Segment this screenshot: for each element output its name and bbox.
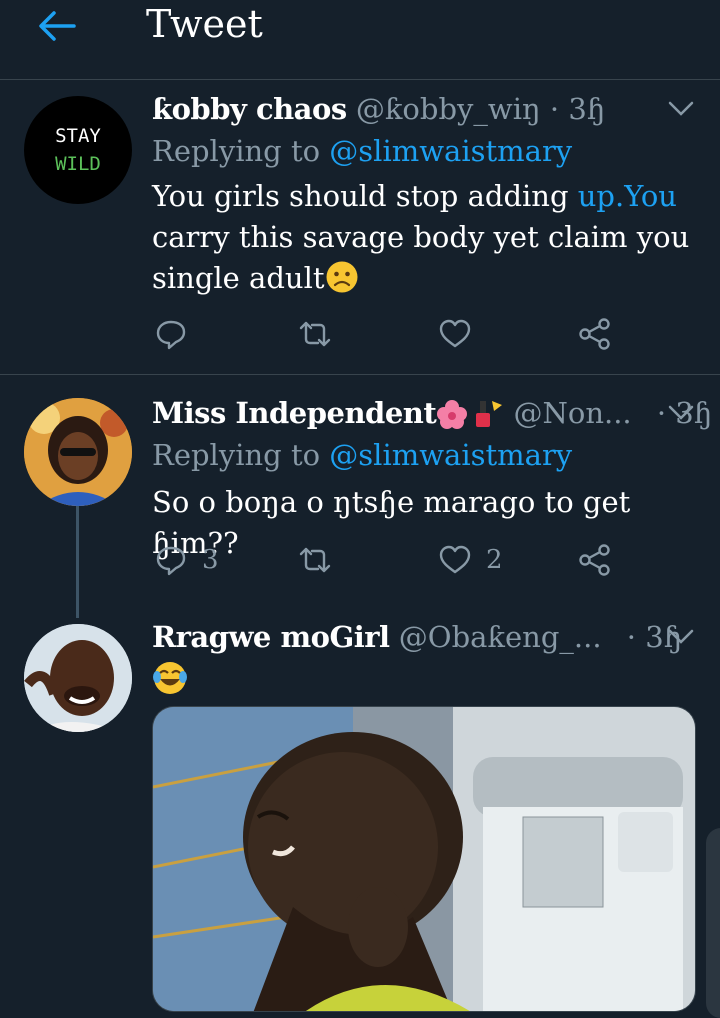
share-icon	[579, 318, 610, 350]
top-bar: Tweet	[0, 0, 720, 80]
share-button[interactable]	[578, 540, 612, 580]
tweet-header: ƙobby chaos @ƙobby_wiŋ · 3ɧ	[152, 92, 605, 126]
tweet-actions	[152, 314, 632, 354]
tweet-header: Rragwe moGirl @Obaƙeng_... · 3ɧ	[152, 620, 682, 654]
replying-label: Replying to	[152, 438, 321, 472]
retweet-icon	[299, 321, 331, 347]
tweet-actions: 3 2	[152, 540, 632, 580]
avatar-text-wild: WILD	[55, 153, 101, 175]
face-with-tears-of-joy-emoji	[153, 662, 187, 694]
divider	[0, 374, 720, 375]
retweet-icon	[299, 547, 331, 573]
avatar[interactable]	[24, 398, 132, 506]
mention-link[interactable]: @slimwaistmary	[329, 134, 572, 168]
page-title: Tweet	[146, 2, 263, 46]
tweet-text-part1: You girls should stop adding	[152, 179, 578, 213]
replying-to: Replying to @slimwaistmary	[152, 134, 572, 168]
share-icon	[579, 544, 610, 576]
arrow-left-icon[interactable]	[36, 8, 76, 44]
heart-icon	[439, 319, 471, 348]
chevron-down-icon[interactable]	[668, 628, 694, 646]
handle[interactable]: @Non...	[513, 396, 631, 430]
flower-and-nail-polish-emoji	[437, 400, 503, 429]
heart-icon	[439, 545, 471, 574]
avatar[interactable]	[24, 624, 132, 732]
avatar[interactable]: STAY WILD	[24, 96, 132, 204]
scroll-indicator[interactable]	[706, 828, 720, 1018]
display-name[interactable]: Miss Independent	[152, 396, 437, 430]
reply-button[interactable]	[154, 314, 202, 354]
like-button[interactable]: 2	[438, 540, 503, 580]
worried-face-emoji	[326, 261, 358, 293]
avatar-text-stay: STAY	[55, 125, 101, 147]
replying-to: Replying to @slimwaistmary	[152, 438, 572, 472]
chevron-down-icon[interactable]	[668, 404, 694, 422]
tweet-header: Miss Independent @Non... · 3ɧ	[152, 396, 712, 430]
chevron-down-icon[interactable]	[668, 100, 694, 118]
reply-count: 3	[202, 545, 219, 575]
timestamp[interactable]: · 3ɧ	[550, 92, 606, 126]
retweet-button[interactable]	[298, 540, 332, 580]
like-button[interactable]	[438, 314, 486, 354]
tweet-text-part2: carry this savage body yet claim you sin…	[152, 220, 690, 295]
tweet-media-image[interactable]	[152, 706, 696, 1012]
display-name[interactable]: Rragwe moGirl	[152, 620, 390, 654]
thread-connector	[76, 506, 79, 618]
reply-icon	[156, 320, 186, 350]
mention-link[interactable]: @slimwaistmary	[329, 438, 572, 472]
replying-label: Replying to	[152, 134, 321, 168]
retweet-button[interactable]	[298, 314, 332, 354]
tweet-text: You girls should stop adding up.You carr…	[152, 176, 692, 299]
share-button[interactable]	[578, 314, 612, 354]
reply-icon	[156, 546, 186, 576]
tweet-link[interactable]: up.You	[578, 179, 677, 213]
handle[interactable]: @Obaƙeng_...	[399, 620, 602, 654]
reply-button[interactable]: 3	[154, 540, 219, 580]
display-name[interactable]: ƙobby chaos	[152, 92, 347, 126]
like-count: 2	[486, 545, 503, 575]
handle[interactable]: @ƙobby_wiŋ	[356, 92, 541, 126]
